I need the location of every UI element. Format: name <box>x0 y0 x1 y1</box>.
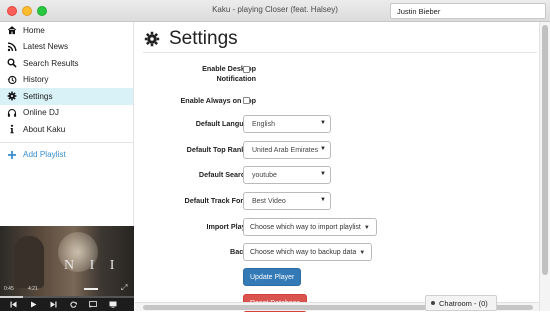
sidebar-item-label: Online DJ <box>23 108 59 118</box>
video-figure <box>14 236 44 288</box>
sidebar-item-online-dj[interactable]: Online DJ <box>0 105 133 122</box>
sidebar-item-label: Settings <box>23 91 53 101</box>
sidebar-divider <box>0 141 133 143</box>
player-controls <box>0 298 134 311</box>
setting-row-always-on-top: Enable Always on Top <box>135 96 539 108</box>
track-format-select[interactable]: Best Video ▼ <box>243 192 331 210</box>
current-time: 0:45 <box>4 286 14 292</box>
title-bar: Kaku - playing Closer (feat. Halsey) Jus… <box>0 0 550 22</box>
header-divider <box>143 52 537 53</box>
setting-row-backup: Backup Choose which way to backup data▼ <box>135 243 539 261</box>
info-icon <box>7 124 17 134</box>
vertical-scrollbar[interactable] <box>539 22 550 311</box>
caret-down-icon: ▼ <box>318 146 326 152</box>
backup-dropdown[interactable]: Choose which way to backup data ▼ <box>243 243 373 261</box>
home-icon <box>7 25 17 35</box>
caret-down-icon: ▼ <box>363 225 370 231</box>
sidebar-item-search-results[interactable]: Search Results <box>0 55 133 72</box>
tv-icon[interactable] <box>103 298 123 311</box>
sidebar-item-about-kaku[interactable]: About Kaku <box>0 121 133 138</box>
fullscreen-icon[interactable]: ⤢ <box>121 284 129 292</box>
top-ranking-select[interactable]: United Arab Emirates ▼ <box>243 141 331 159</box>
rss-icon <box>7 42 17 52</box>
searcher-value: youtube <box>252 172 277 179</box>
volume-slider[interactable] <box>84 288 98 290</box>
backup-button-label: Choose which way to backup data <box>250 249 357 256</box>
top-ranking-value: United Arab Emirates <box>252 147 319 154</box>
add-playlist-label: Add Playlist <box>23 150 66 160</box>
language-value: English <box>252 121 275 128</box>
caret-down-icon: ▼ <box>318 120 326 126</box>
next-track-icon[interactable] <box>43 298 63 311</box>
search-icon <box>7 58 17 68</box>
searcher-select[interactable]: youtube ▼ <box>243 166 331 184</box>
status-dot-icon <box>431 301 435 305</box>
caret-down-icon: ▼ <box>318 197 326 203</box>
track-format-value: Best Video <box>252 198 286 205</box>
history-icon <box>7 75 17 85</box>
vertical-scroll-thumb[interactable] <box>542 25 548 275</box>
play-icon[interactable] <box>23 298 43 311</box>
chatroom-label: Chatroom - (0) <box>439 298 488 308</box>
setting-row-track-format: Default Track Format Best Video ▼ <box>135 192 539 210</box>
setting-row-searcher: Default Searcher youtube ▼ <box>135 166 539 184</box>
sidebar-item-label: Search Results <box>23 58 79 68</box>
sidebar-item-latest-news[interactable]: Latest News <box>0 39 133 56</box>
headphones-icon <box>7 108 17 118</box>
sidebar-item-label: History <box>23 75 49 85</box>
video-player: N I I 0:45 4:21 ⤢ <box>0 226 134 311</box>
page-title: Settings <box>169 28 238 49</box>
caret-down-icon: ▼ <box>318 171 326 177</box>
add-playlist-button[interactable]: Add Playlist <box>0 147 133 164</box>
sidebar-item-home[interactable]: Home <box>0 22 133 39</box>
sidebar-item-settings[interactable]: Settings <box>0 88 133 105</box>
sidebar-item-label: Home <box>23 25 45 35</box>
previous-track-icon[interactable] <box>3 298 23 311</box>
search-input[interactable]: Justin Bieber <box>390 3 546 19</box>
update-player-button[interactable]: Update Player <box>243 268 302 286</box>
settings-panel: Settings Enable Desktop Notification Ena… <box>135 22 539 312</box>
video-frame[interactable]: N I I 0:45 4:21 ⤢ <box>0 226 134 296</box>
sidebar-item-label: About Kaku <box>23 124 66 134</box>
language-select[interactable]: English ▼ <box>243 115 331 133</box>
import-playlist-button-label: Choose which way to import playlist <box>250 224 361 231</box>
import-playlist-dropdown[interactable]: Choose which way to import playlist ▼ <box>243 218 377 236</box>
sidebar-item-history[interactable]: History <box>0 72 133 89</box>
settings-gear-icon <box>144 31 160 47</box>
setting-row-top-ranking: Default Top Ranking United Arab Emirates… <box>135 141 539 159</box>
setting-row-import: Import Playlist Choose which way to impo… <box>135 218 539 236</box>
gear-icon <box>7 91 17 101</box>
setting-row-desktop-notification: Enable Desktop Notification <box>135 64 539 84</box>
video-overlay-graphic: N I I <box>64 258 121 273</box>
caret-down-icon: ▼ <box>359 250 366 256</box>
page-header: Settings <box>144 28 238 50</box>
chatroom-button[interactable]: Chatroom - (0) <box>425 295 497 311</box>
cast-icon[interactable] <box>83 298 103 311</box>
setting-row-language: Default Language English ▼ <box>135 115 539 133</box>
duration: 4:21 <box>28 286 38 292</box>
plus-icon <box>7 150 17 160</box>
repeat-icon[interactable] <box>63 298 83 311</box>
sidebar-item-label: Latest News <box>23 42 69 52</box>
desktop-notification-checkbox[interactable] <box>243 66 250 73</box>
always-on-top-checkbox[interactable] <box>243 97 250 104</box>
